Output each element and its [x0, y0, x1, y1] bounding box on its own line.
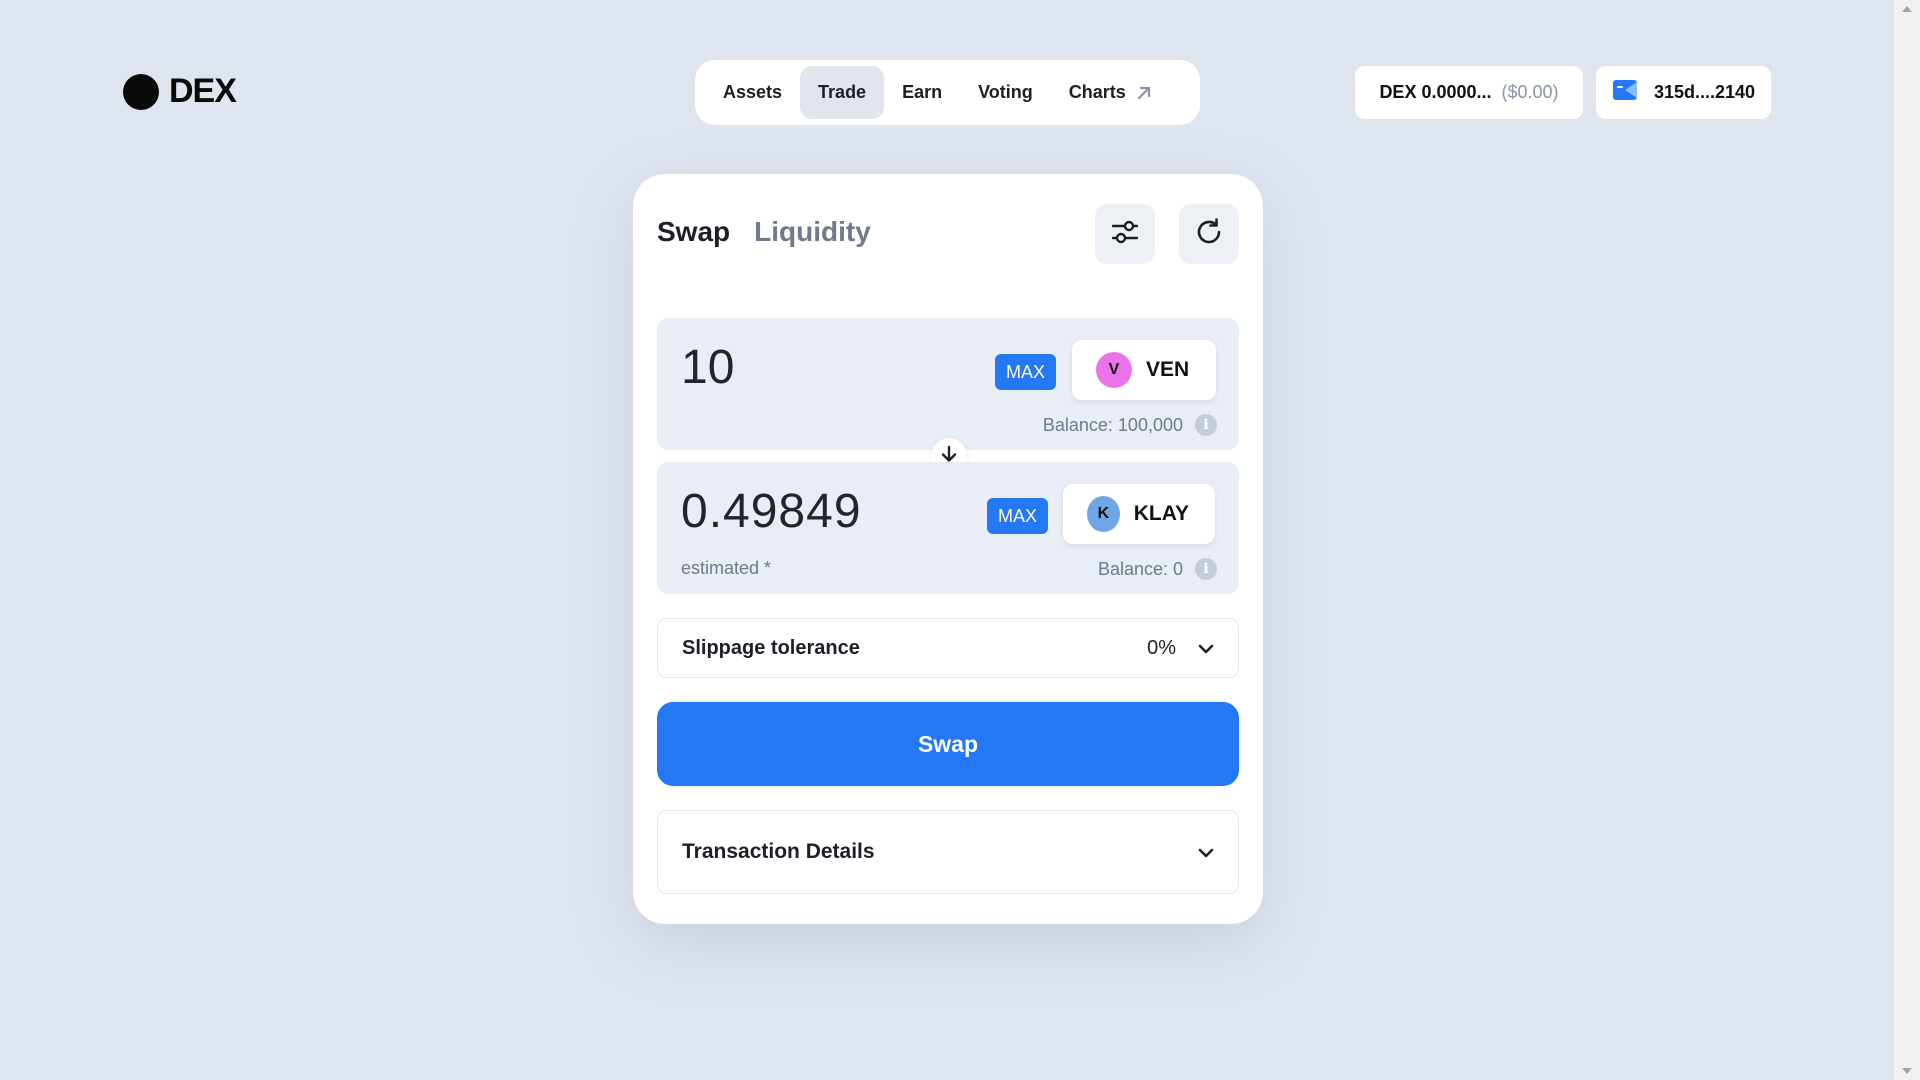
wallet-button[interactable]: 315d....2140	[1596, 66, 1771, 119]
to-balance: Balance: 0 i	[1098, 558, 1217, 580]
wallet-icon	[1612, 78, 1638, 107]
estimated-note: estimated *	[681, 558, 772, 578]
to-amount-input[interactable]: 0.49849	[681, 484, 862, 539]
slippage-value: 0%	[1147, 636, 1176, 659]
swap-card: Swap Liquidity 10 MAX V VEN Balance: 100…	[633, 174, 1263, 924]
nav-item-charts-label: Charts	[1068, 82, 1126, 102]
scroll-down-arrow-icon[interactable]	[1902, 1068, 1912, 1074]
tab-swap[interactable]: Swap	[657, 216, 730, 248]
nav-item-trade[interactable]: Trade	[800, 66, 885, 119]
logo-text: DEX	[169, 72, 237, 110]
token-balance: DEX 0.0000...	[1379, 82, 1492, 102]
info-icon[interactable]: i	[1195, 414, 1217, 436]
transaction-details-toggle[interactable]: Transaction Details	[657, 810, 1239, 894]
page-scrollbar[interactable]	[1894, 0, 1920, 1080]
from-balance-text: Balance: 100,000	[1042, 414, 1183, 435]
nav-item-earn[interactable]: Earn	[884, 66, 960, 119]
from-token-select[interactable]: V VEN	[1072, 340, 1216, 400]
nav-item-charts[interactable]: Charts	[1051, 66, 1170, 119]
slippage-label: Slippage tolerance	[682, 636, 860, 659]
logo[interactable]: DEX	[123, 72, 237, 111]
token-balance-chip[interactable]: DEX 0.0000... ($0.00)	[1355, 66, 1583, 119]
to-token-avatar: K	[1087, 496, 1120, 532]
transaction-details-label: Transaction Details	[682, 840, 875, 863]
from-token-avatar: V	[1096, 352, 1132, 388]
external-arrow-icon	[1136, 85, 1152, 101]
scroll-up-arrow-icon[interactable]	[1902, 6, 1912, 12]
to-token-box: 0.49849 estimated * MAX K KLAY Balance: …	[657, 462, 1239, 594]
from-token-box: 10 MAX V VEN Balance: 100,000 i	[657, 318, 1239, 450]
to-max-button[interactable]: MAX	[987, 498, 1049, 534]
chevron-down-icon	[1198, 637, 1214, 660]
to-balance-text: Balance: 0	[1097, 558, 1183, 579]
refresh-icon	[1193, 216, 1225, 253]
to-token-select[interactable]: K KLAY	[1063, 484, 1215, 544]
from-balance: Balance: 100,000 i	[1043, 414, 1217, 436]
token-balance-usd: ($0.00)	[1501, 82, 1559, 102]
settings-button[interactable]	[1095, 204, 1155, 264]
slippage-dropdown[interactable]: Slippage tolerance 0%	[657, 618, 1239, 678]
from-amount-input[interactable]: 10	[681, 340, 734, 395]
main-nav: Assets Trade Earn Voting Charts	[695, 60, 1200, 125]
sliders-icon	[1110, 217, 1140, 252]
from-max-button[interactable]: MAX	[995, 354, 1057, 390]
logo-mark	[123, 73, 159, 110]
info-icon[interactable]: i	[1195, 558, 1217, 580]
wallet-address: 315d....2140	[1653, 82, 1756, 102]
refresh-button[interactable]	[1179, 204, 1239, 264]
from-token-symbol: VEN	[1146, 358, 1190, 381]
to-token-symbol: KLAY	[1133, 502, 1189, 525]
tab-liquidity[interactable]: Liquidity	[754, 216, 871, 248]
chevron-down-icon	[1198, 840, 1214, 864]
nav-item-voting[interactable]: Voting	[960, 66, 1051, 119]
swap-tabs: Swap Liquidity	[657, 216, 871, 248]
swap-button[interactable]: Swap	[657, 702, 1239, 786]
nav-item-assets[interactable]: Assets	[705, 66, 800, 119]
